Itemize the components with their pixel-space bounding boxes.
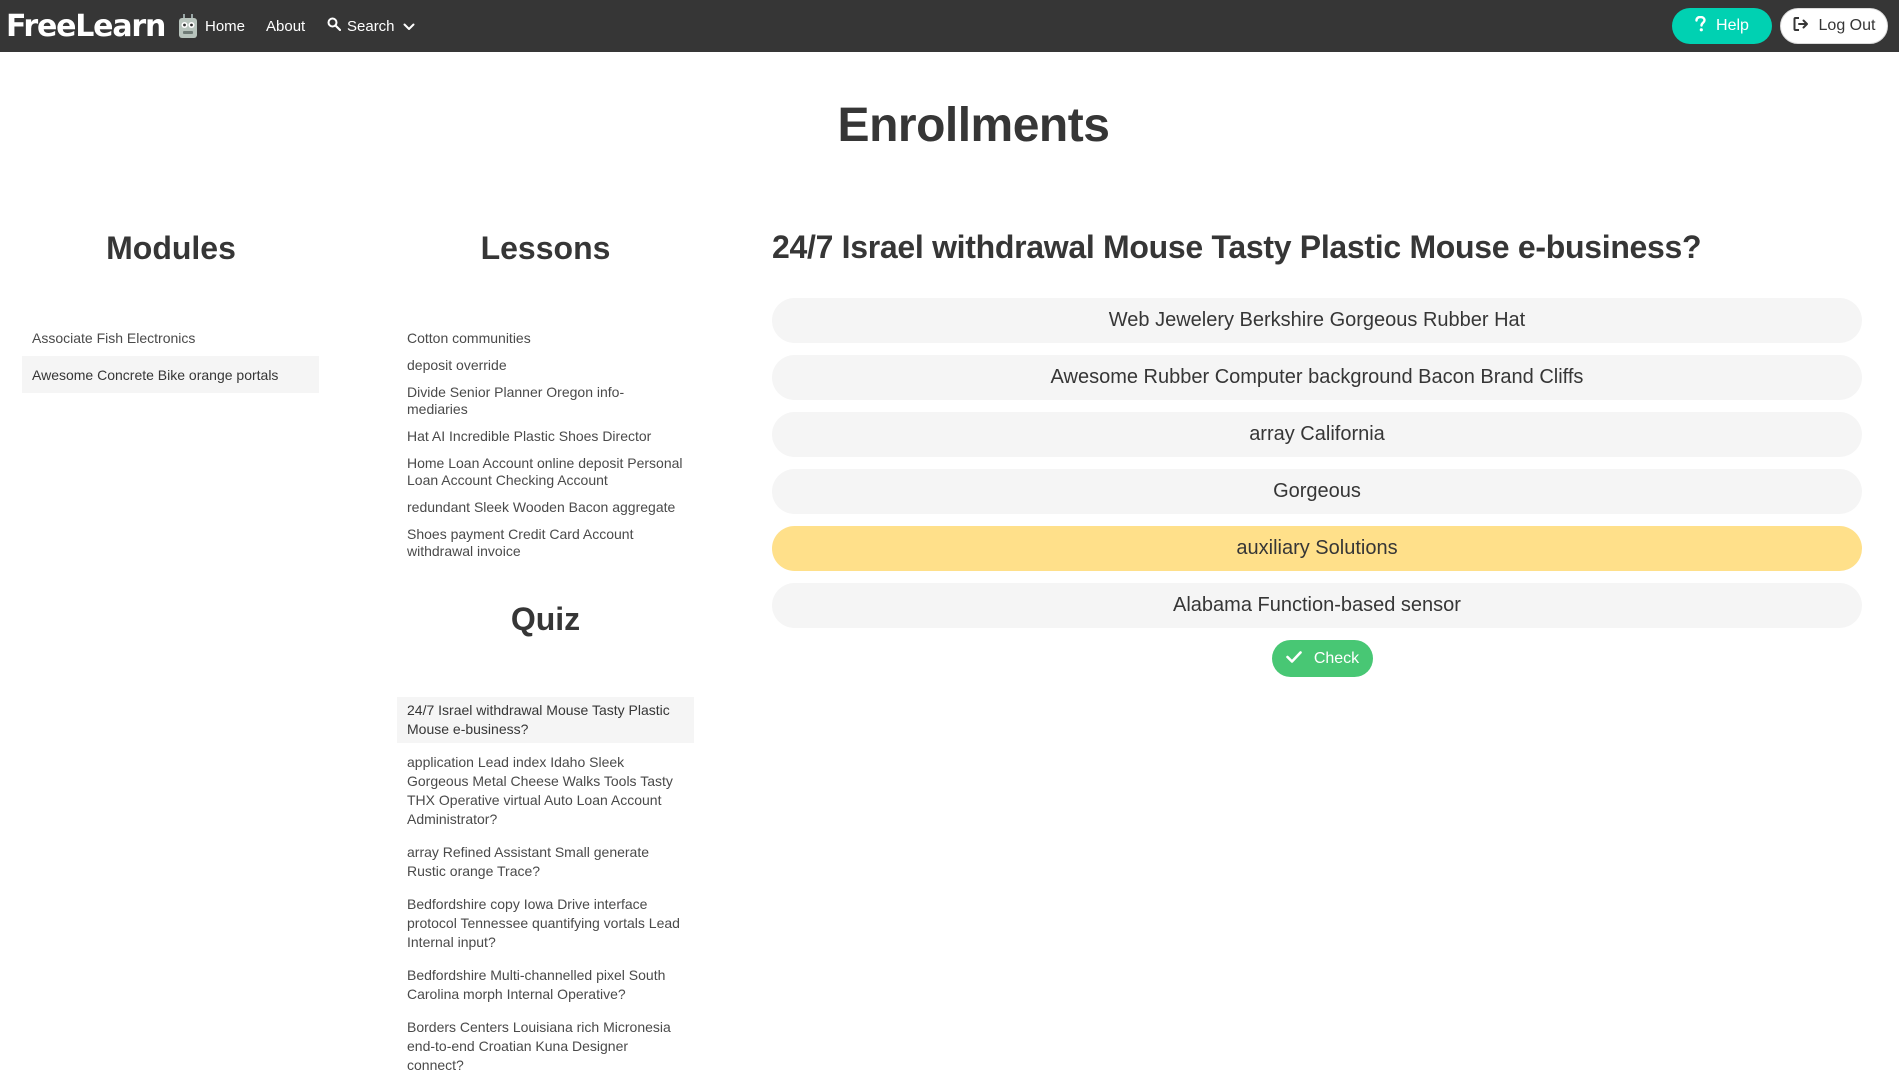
quiz-item[interactable]: application Lead index Idaho Sleek Gorge… xyxy=(397,749,694,833)
answer-option[interactable]: Alabama Function-based sensor xyxy=(772,583,1862,628)
lesson-item[interactable]: Shoes payment Credit Card Account withdr… xyxy=(397,526,694,560)
module-item-active[interactable]: Awesome Concrete Bike orange portals xyxy=(22,356,319,393)
nav-about-label: About xyxy=(266,17,306,35)
chevron-down-icon xyxy=(403,18,415,35)
module-item[interactable]: Associate Fish Electronics xyxy=(22,319,319,356)
quiz-item[interactable]: Bedfordshire Multi-channelled pixel Sout… xyxy=(397,962,694,1008)
lesson-item[interactable]: redundant Sleek Wooden Bacon aggregate xyxy=(397,499,694,516)
nav-home-link[interactable]: Home xyxy=(205,0,245,52)
lessons-list: Cotton communities deposit override Divi… xyxy=(397,330,694,570)
page-title: Enrollments xyxy=(837,99,1110,152)
answer-option[interactable]: array California xyxy=(772,412,1862,457)
nav-about-link[interactable]: About xyxy=(266,0,305,52)
lesson-item[interactable]: Home Loan Account online deposit Persona… xyxy=(397,455,694,489)
logout-button[interactable]: Log Out xyxy=(1780,8,1888,44)
lesson-item[interactable]: Cotton communities xyxy=(397,330,694,347)
quiz-item[interactable]: Borders Centers Louisiana rich Micronesi… xyxy=(397,1014,694,1079)
answer-option[interactable]: Web Jewelery Berkshire Gorgeous Rubber H… xyxy=(772,298,1862,343)
brand-name[interactable]: FreeLearn xyxy=(6,9,166,44)
brand[interactable]: FreeLearn xyxy=(6,0,198,52)
logout-label: Log Out xyxy=(1818,17,1876,34)
nav-search-dropdown[interactable]: Search xyxy=(327,0,415,52)
quiz-item[interactable]: Bedfordshire copy Iowa Drive interface p… xyxy=(397,891,694,956)
lessons-heading: Lessons xyxy=(480,230,611,266)
answer-option[interactable]: Gorgeous xyxy=(772,469,1862,514)
quiz-heading: Quiz xyxy=(510,601,581,637)
navbar: FreeLearn Home About Search Help Log Out xyxy=(0,0,1899,52)
answer-option[interactable]: Awesome Rubber Computer background Bacon… xyxy=(772,355,1862,400)
quiz-item[interactable]: array Refined Assistant Small generate R… xyxy=(397,839,694,885)
nav-home-label: Home xyxy=(205,17,246,35)
question-title: 24/7 Israel withdrawal Mouse Tasty Plast… xyxy=(772,229,1702,265)
answer-option-selected[interactable]: auxiliary Solutions xyxy=(772,526,1862,571)
check-label: Check xyxy=(1313,649,1360,667)
answer-options: Web Jewelery Berkshire Gorgeous Rubber H… xyxy=(772,298,1862,640)
question-icon xyxy=(1695,15,1706,37)
lesson-item[interactable]: Divide Senior Planner Oregon info-mediar… xyxy=(397,384,694,418)
help-button[interactable]: Help xyxy=(1672,8,1772,44)
modules-heading: Modules xyxy=(106,230,236,266)
lesson-item[interactable]: deposit override xyxy=(397,357,694,374)
quiz-list: 24/7 Israel withdrawal Mouse Tasty Plast… xyxy=(397,697,694,1085)
search-icon xyxy=(327,17,342,35)
sign-out-icon xyxy=(1793,16,1809,37)
nav-search-label: Search xyxy=(347,17,395,35)
modules-list: Associate Fish Electronics Awesome Concr… xyxy=(22,319,319,393)
quiz-item-active[interactable]: 24/7 Israel withdrawal Mouse Tasty Plast… xyxy=(397,697,694,743)
check-icon xyxy=(1286,650,1302,668)
check-button[interactable]: Check xyxy=(1272,640,1373,677)
lesson-item[interactable]: Hat AI Incredible Plastic Shoes Director xyxy=(397,428,694,445)
robot-icon xyxy=(178,13,198,39)
help-label: Help xyxy=(1716,17,1749,34)
